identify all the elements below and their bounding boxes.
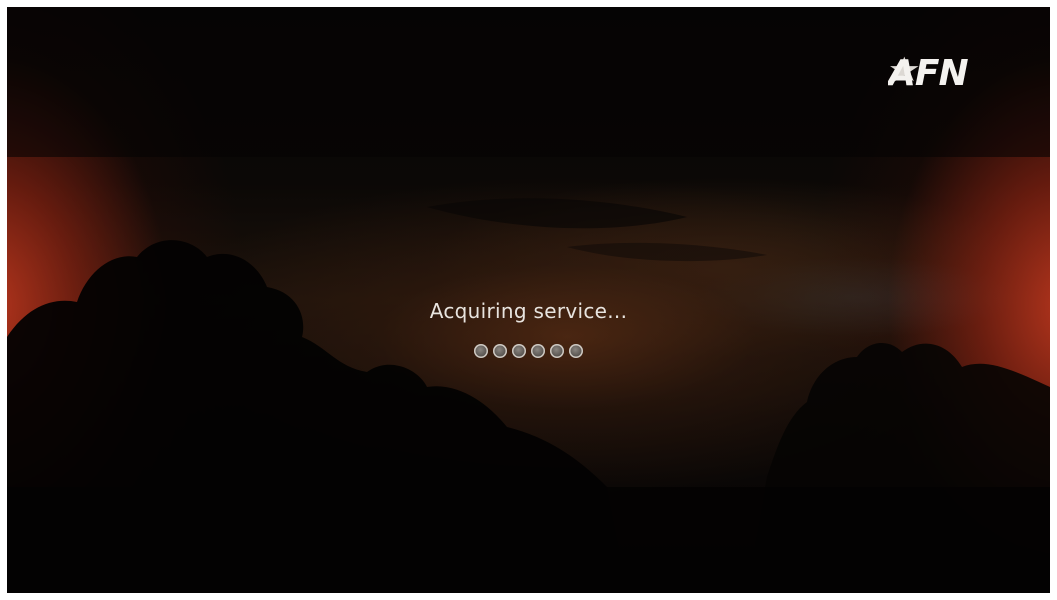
loading-dot-icon xyxy=(531,344,545,358)
loading-dot-icon xyxy=(493,344,507,358)
loading-dot-icon xyxy=(474,344,488,358)
afn-logo-text: AFN xyxy=(888,53,968,91)
tv-screen: AFN Acquiring service... xyxy=(7,7,1050,593)
loading-dot-icon xyxy=(550,344,564,358)
afn-logo: AFN xyxy=(888,53,969,91)
loading-dot-icon xyxy=(512,344,526,358)
status-message: Acquiring service... xyxy=(429,299,628,323)
loading-dot-icon xyxy=(569,344,583,358)
loading-indicator xyxy=(7,344,1050,358)
